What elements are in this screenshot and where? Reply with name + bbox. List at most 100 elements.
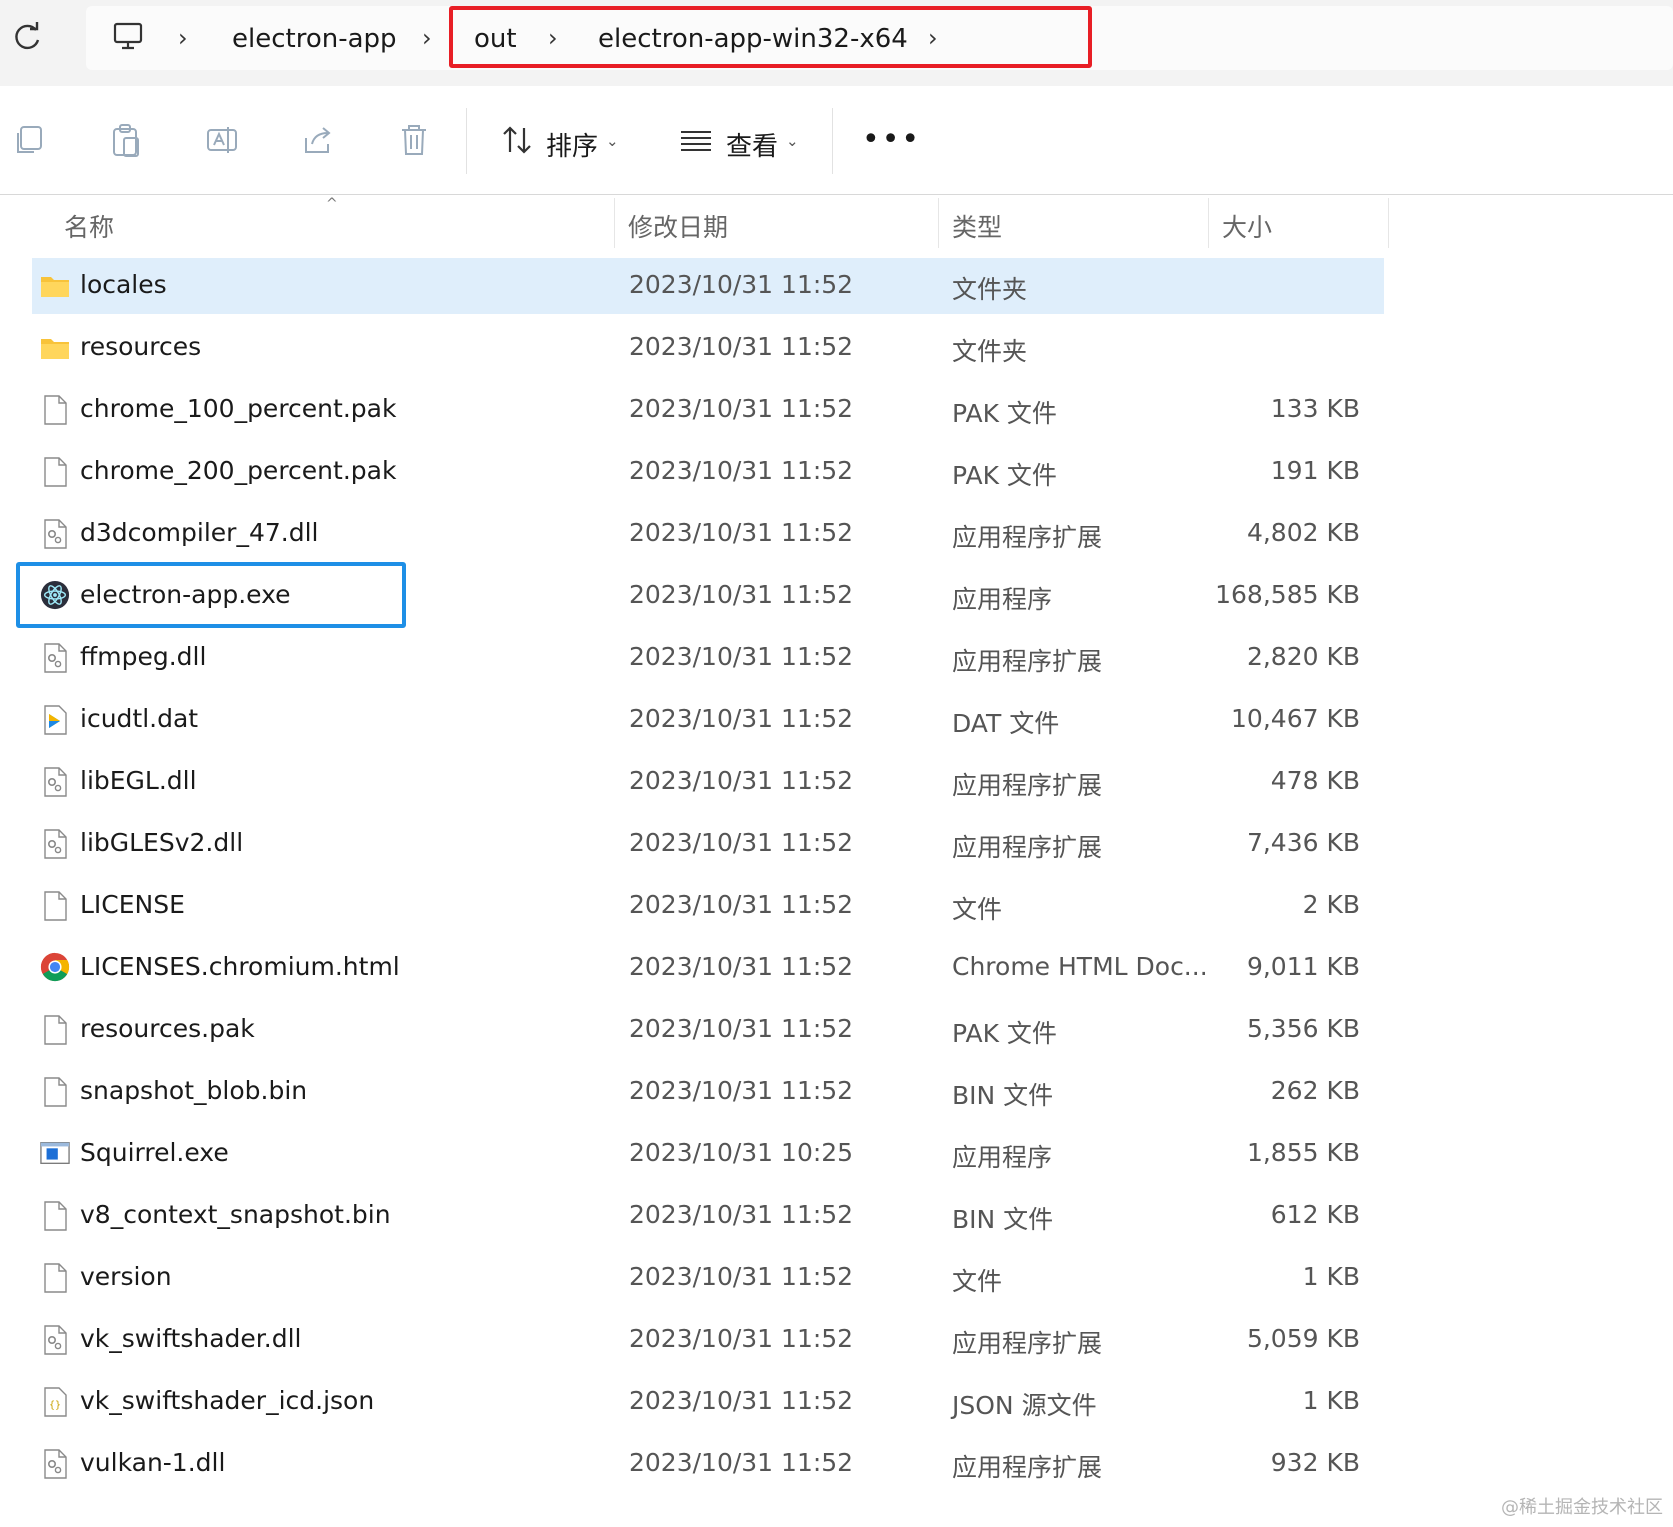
file-row[interactable]: libEGL.dll 2023/10/31 11:52 应用程序扩展 478 KB	[32, 754, 1384, 810]
chevron-down-icon: ⌄	[786, 132, 799, 150]
file-row[interactable]: vulkan-1.dll 2023/10/31 11:52 应用程序扩展 932 KB	[32, 1436, 1384, 1492]
column-divider[interactable]	[1388, 198, 1389, 248]
column-divider[interactable]	[614, 198, 615, 248]
this-pc-icon[interactable]	[112, 20, 144, 52]
refresh-icon[interactable]	[10, 20, 44, 54]
file-type: JSON 源文件	[952, 1391, 1097, 1420]
share-icon[interactable]	[300, 122, 336, 158]
file-size: 2 KB	[1302, 890, 1360, 919]
file-name: libGLESv2.dll	[80, 828, 244, 857]
sort-button[interactable]: 排序 ⌄	[496, 86, 626, 194]
folder-icon	[40, 270, 70, 302]
file-type: BIN 文件	[952, 1205, 1054, 1234]
file-name: d3dcompiler_47.dll	[80, 518, 319, 547]
file-name: locales	[80, 270, 167, 299]
file-name: vulkan-1.dll	[80, 1448, 226, 1477]
file-icon	[40, 1262, 70, 1294]
file-row[interactable]: d3dcompiler_47.dll 2023/10/31 11:52 应用程序扩展…	[32, 506, 1384, 562]
column-divider[interactable]	[938, 198, 939, 248]
file-row[interactable]: version 2023/10/31 11:52 文件 1 KB	[32, 1250, 1384, 1306]
file-size: 7,436 KB	[1246, 828, 1360, 857]
file-name: ffmpeg.dll	[80, 642, 207, 671]
file-type: Chrome HTML Doc...	[952, 952, 1208, 981]
file-name: LICENSE	[80, 890, 185, 919]
dll-icon	[40, 766, 70, 798]
view-button[interactable]: 查看 ⌄	[674, 86, 804, 194]
sort-icon	[503, 126, 531, 154]
file-row[interactable]: icudtl.dat 2023/10/31 11:52 DAT 文件 10,467 K…	[32, 692, 1384, 748]
file-row[interactable]: LICENSES.chromium.html 2023/10/31 11:52 Ch…	[32, 940, 1384, 996]
watermark: @稀土掘金技术社区	[1501, 1497, 1663, 1518]
file-row[interactable]: resources 2023/10/31 11:52 文件夹	[32, 320, 1384, 376]
file-size: 932 KB	[1270, 1448, 1360, 1477]
file-date: 2023/10/31 11:52	[629, 1324, 854, 1353]
file-icon	[40, 890, 70, 922]
view-label: 查看	[726, 132, 779, 162]
file-date: 2023/10/31 11:52	[629, 704, 854, 733]
file-row[interactable]: v8_context_snapshot.bin 2023/10/31 11:52 B…	[32, 1188, 1384, 1244]
file-date: 2023/10/31 11:52	[629, 952, 854, 981]
file-row[interactable]: snapshot_blob.bin 2023/10/31 11:52 BIN 文件 2…	[32, 1064, 1384, 1120]
file-type: 应用程序扩展	[952, 523, 1103, 552]
file-size: 478 KB	[1270, 766, 1360, 795]
file-name: vk_swiftshader.dll	[80, 1324, 302, 1353]
copy-icon[interactable]	[12, 122, 48, 158]
chevron-down-icon: ⌄	[606, 132, 619, 150]
file-name: chrome_100_percent.pak	[80, 394, 397, 423]
file-size: 191 KB	[1270, 456, 1360, 485]
file-row[interactable]: LICENSE 2023/10/31 11:52 文件 2 KB	[32, 878, 1384, 934]
rename-icon[interactable]	[204, 122, 240, 158]
file-name: chrome_200_percent.pak	[80, 456, 397, 485]
file-name: resources.pak	[80, 1014, 255, 1043]
file-type: 应用程序扩展	[952, 1329, 1103, 1358]
file-type: BIN 文件	[952, 1081, 1054, 1110]
file-row[interactable]: ffmpeg.dll 2023/10/31 11:52 应用程序扩展 2,820 KB	[32, 630, 1384, 686]
file-type: DAT 文件	[952, 709, 1060, 738]
dll-icon	[40, 1324, 70, 1356]
breadcrumb-electron-app[interactable]: electron-app	[232, 24, 397, 54]
file-row[interactable]: {} vk_swiftshader_icd.json 2023/10/31 11:5…	[32, 1374, 1384, 1430]
file-row[interactable]: locales 2023/10/31 11:52 文件夹	[32, 258, 1384, 314]
more-options-button[interactable]: •••	[862, 122, 921, 157]
file-row[interactable]: chrome_200_percent.pak 2023/10/31 11:52 PA…	[32, 444, 1384, 500]
dll-icon	[40, 1448, 70, 1480]
column-header-name[interactable]: 名称	[64, 208, 114, 244]
file-date: 2023/10/31 11:52	[629, 828, 854, 857]
json-icon: {}	[40, 1386, 70, 1418]
file-row[interactable]: vk_swiftshader.dll 2023/10/31 11:52 应用程序扩展…	[32, 1312, 1384, 1368]
column-header-date[interactable]: 修改日期	[628, 208, 728, 244]
breadcrumb-chevron-icon[interactable]: ›	[422, 24, 432, 52]
file-row[interactable]: libGLESv2.dll 2023/10/31 11:52 应用程序扩展 7,436…	[32, 816, 1384, 872]
file-size: 1 KB	[1302, 1262, 1360, 1291]
file-row[interactable]: resources.pak 2023/10/31 11:52 PAK 文件 5,356…	[32, 1002, 1384, 1058]
file-size: 5,059 KB	[1246, 1324, 1360, 1353]
file-size: 1 KB	[1302, 1386, 1360, 1415]
file-date: 2023/10/31 11:52	[629, 766, 854, 795]
file-type: 应用程序	[952, 1143, 1053, 1172]
file-date: 2023/10/31 11:52	[629, 1262, 854, 1291]
file-size: 4,802 KB	[1246, 518, 1360, 547]
column-header-type[interactable]: 类型	[952, 208, 1002, 244]
breadcrumb-chevron-icon[interactable]: ›	[178, 24, 188, 52]
file-date: 2023/10/31 11:52	[629, 518, 854, 547]
file-date: 2023/10/31 11:52	[629, 394, 854, 423]
file-type: 应用程序	[952, 585, 1053, 614]
file-row[interactable]: Squirrel.exe 2023/10/31 10:25 应用程序 1,855 KB	[32, 1126, 1384, 1182]
file-type: 文件夹	[952, 275, 1028, 304]
file-type: 文件	[952, 895, 1003, 924]
column-divider[interactable]	[1208, 198, 1209, 248]
file-date: 2023/10/31 11:52	[629, 1386, 854, 1415]
delete-icon[interactable]	[396, 122, 432, 158]
file-type: 应用程序扩展	[952, 647, 1103, 676]
file-type: 应用程序扩展	[952, 771, 1103, 800]
toolbar-separator	[832, 108, 833, 174]
file-row[interactable]: chrome_100_percent.pak 2023/10/31 11:52 PA…	[32, 382, 1384, 438]
file-name: libEGL.dll	[80, 766, 197, 795]
file-name: icudtl.dat	[80, 704, 199, 733]
file-name: version	[80, 1262, 172, 1291]
file-name: Squirrel.exe	[80, 1138, 229, 1167]
column-header-size[interactable]: 大小	[1222, 208, 1272, 244]
toolbar-separator	[466, 108, 467, 174]
file-size: 9,011 KB	[1246, 952, 1360, 981]
paste-icon[interactable]	[108, 122, 144, 158]
